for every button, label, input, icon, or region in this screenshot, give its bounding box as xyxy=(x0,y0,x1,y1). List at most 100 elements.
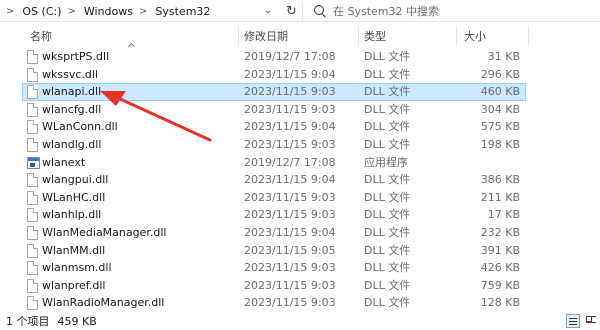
column-header-type[interactable]: 类型 xyxy=(364,22,386,48)
file-size: 211 KB xyxy=(480,190,520,204)
file-date: 2019/12/7 17:08 xyxy=(244,155,336,169)
file-name: wlanmsm.dll xyxy=(42,261,112,275)
dll-file-icon xyxy=(27,225,38,240)
column-header-row: 名称 修改日期 类型 大小 xyxy=(0,22,600,48)
file-type: DLL 文件 xyxy=(364,67,411,81)
file-date: 2023/11/15 9:03 xyxy=(244,137,336,151)
status-selected-size: 459 KB xyxy=(57,314,97,328)
file-size: 296 KB xyxy=(480,67,520,81)
file-size: 386 KB xyxy=(480,173,520,187)
status-bar: 1 个项目 459 KB xyxy=(0,312,600,330)
file-date: 2023/11/15 9:04 xyxy=(244,173,336,187)
file-size xyxy=(460,154,520,172)
address-bar[interactable]: > OS (C:) > Windows > System32 xyxy=(0,1,278,21)
dll-file-icon xyxy=(27,50,38,64)
file-type: DLL 文件 xyxy=(364,278,411,292)
column-header-size[interactable]: 大小 xyxy=(464,22,486,48)
file-row[interactable]: WlanMediaManager.dll 2023/11/15 9:04 DLL 文… xyxy=(0,224,600,242)
file-size: 17 KB xyxy=(487,208,520,222)
dll-file-icon xyxy=(27,243,38,258)
file-row[interactable]: wlanmsm.dll 2023/11/15 9:03 DLL 文件 426 KB xyxy=(0,259,600,277)
file-name: WlanMediaManager.dll xyxy=(42,225,167,239)
file-name: wlanapi.dll xyxy=(42,85,102,99)
file-row[interactable]: WlanRadioManager.dll 2023/11/15 9:03 DLL 文… xyxy=(0,294,600,312)
file-name: WlanRadioManager.dll xyxy=(42,296,165,310)
column-divider[interactable] xyxy=(456,26,457,46)
file-row[interactable]: wlanpref.dll 2023/11/15 9:03 DLL 文件 759 KB xyxy=(0,277,600,295)
file-size: 391 KB xyxy=(480,243,520,257)
dll-file-icon xyxy=(27,173,38,188)
breadcrumb-drive[interactable]: OS (C:) xyxy=(22,5,61,18)
status-item-count: 1 个项目 xyxy=(6,315,50,328)
file-type: DLL 文件 xyxy=(364,50,411,63)
file-name: wlanpref.dll xyxy=(42,278,106,292)
file-date: 2023/11/15 9:03 xyxy=(244,278,336,292)
dll-file-icon xyxy=(27,102,38,117)
breadcrumb-system32[interactable]: System32 xyxy=(155,5,210,18)
breadcrumb-separator-icon[interactable]: > xyxy=(139,6,147,17)
file-date: 2023/11/15 9:04 xyxy=(244,225,336,239)
column-divider[interactable] xyxy=(528,26,529,46)
file-type: DLL 文件 xyxy=(364,225,411,239)
column-divider[interactable] xyxy=(358,26,359,46)
file-type: DLL 文件 xyxy=(364,261,411,275)
file-date: 2023/11/15 9:04 xyxy=(244,67,336,81)
file-row[interactable]: wlanhlp.dll 2023/11/15 9:03 DLL 文件 17 KB xyxy=(0,206,600,224)
application-icon xyxy=(27,156,40,169)
breadcrumb-separator-icon[interactable]: > xyxy=(6,6,14,17)
file-date: 2023/11/15 9:03 xyxy=(244,102,336,116)
file-name: WLanConn.dll xyxy=(42,120,118,134)
file-type: DLL 文件 xyxy=(364,208,411,222)
file-row[interactable]: WLanHC.dll 2023/11/15 9:03 DLL 文件 211 KB xyxy=(0,189,600,207)
breadcrumb-separator-icon[interactable]: > xyxy=(68,6,76,17)
file-type: 应用程序 xyxy=(364,155,408,169)
file-type: DLL 文件 xyxy=(364,296,411,310)
column-header-name[interactable]: 名称 xyxy=(30,22,52,48)
dll-file-icon xyxy=(27,67,38,82)
file-date: 2023/11/15 9:03 xyxy=(244,296,336,310)
file-size: 759 KB xyxy=(480,278,520,292)
file-name: wlanhlp.dll xyxy=(42,208,102,222)
file-row[interactable]: wlancfg.dll 2023/11/15 9:03 DLL 文件 304 KB xyxy=(0,101,600,119)
file-row[interactable]: wlangpui.dll 2023/11/15 9:04 DLL 文件 386 KB xyxy=(0,171,600,189)
breadcrumb-windows[interactable]: Windows xyxy=(84,5,133,18)
search-icon xyxy=(313,4,327,18)
file-size: 232 KB xyxy=(480,225,520,239)
file-size: 575 KB xyxy=(480,120,520,134)
file-name: WLanHC.dll xyxy=(42,190,106,204)
file-date: 2023/11/15 9:03 xyxy=(244,208,336,222)
file-row[interactable]: wlanext 2019/12/7 17:08 应用程序 xyxy=(0,154,600,172)
file-name: wkssvc.dll xyxy=(42,67,98,81)
file-type: DLL 文件 xyxy=(364,85,411,99)
details-view-icon[interactable] xyxy=(566,314,580,328)
search-box[interactable] xyxy=(305,1,600,21)
dll-file-icon xyxy=(27,296,38,311)
file-date: 2023/11/15 9:05 xyxy=(244,243,336,257)
file-date: 2023/11/15 9:04 xyxy=(244,120,336,134)
column-header-date[interactable]: 修改日期 xyxy=(244,22,288,48)
file-size: 128 KB xyxy=(480,296,520,310)
search-input[interactable] xyxy=(333,4,593,18)
file-row[interactable]: wkssvc.dll 2023/11/15 9:04 DLL 文件 296 KB xyxy=(0,66,600,84)
large-icons-view-icon[interactable] xyxy=(584,314,598,328)
file-type: DLL 文件 xyxy=(364,137,411,151)
dll-file-icon xyxy=(27,208,38,223)
address-history-chevron-down-icon[interactable]: ⌄ xyxy=(260,2,276,18)
file-size: 304 KB xyxy=(480,102,520,116)
file-type: DLL 文件 xyxy=(364,120,411,134)
file-type: DLL 文件 xyxy=(364,173,411,187)
file-name: wksprtPS.dll xyxy=(42,50,110,63)
file-row[interactable]: WLanConn.dll 2023/11/15 9:04 DLL 文件 575 KB xyxy=(0,118,600,136)
file-row[interactable]: wlandlg.dll 2023/11/15 9:03 DLL 文件 198 KB xyxy=(0,136,600,154)
file-date: 2019/12/7 17:08 xyxy=(244,50,336,63)
dll-file-icon xyxy=(27,137,38,152)
file-name: WlanMM.dll xyxy=(42,243,106,257)
column-divider[interactable] xyxy=(238,26,239,46)
file-row[interactable]: WlanMM.dll 2023/11/15 9:05 DLL 文件 391 KB xyxy=(0,242,600,260)
refresh-icon[interactable]: ↻ xyxy=(281,2,303,20)
file-row-selected[interactable]: wlanapi.dll 2023/11/15 9:03 DLL 文件 460 KB xyxy=(0,83,600,101)
file-size: 198 KB xyxy=(480,137,520,151)
file-row[interactable]: wksprtPS.dll 2019/12/7 17:08 DLL 文件 31 KB xyxy=(0,48,600,66)
dll-file-icon xyxy=(27,120,38,135)
dll-file-icon xyxy=(27,278,38,293)
